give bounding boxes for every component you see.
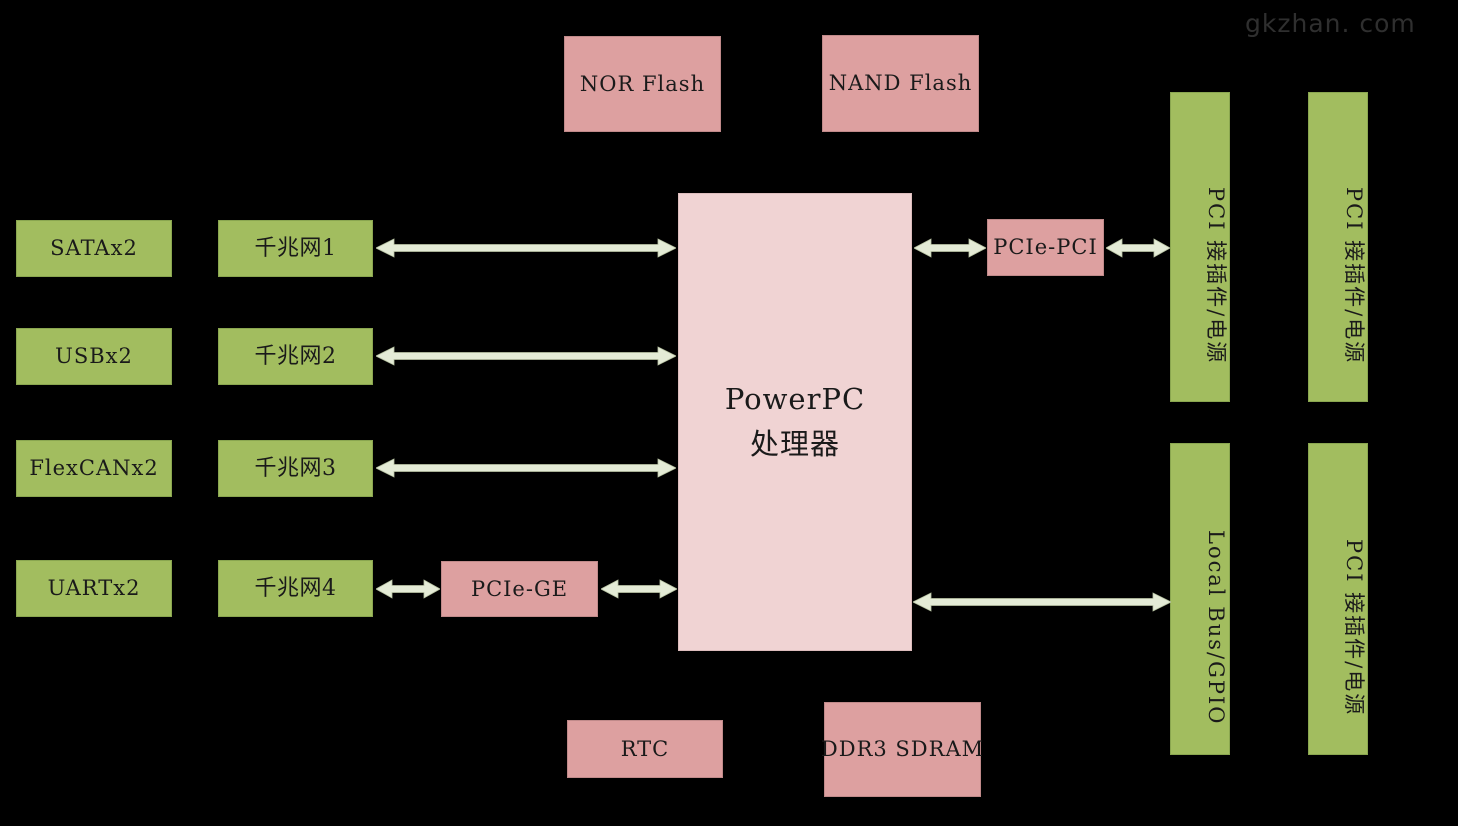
block-powerpc-processor: PowerPC 处理器 <box>678 193 912 651</box>
block-ethernet-1-label: 千兆网1 <box>254 235 337 261</box>
block-usb: USBx2 <box>16 328 172 385</box>
block-pcie-pci-label: PCIe-PCI <box>993 235 1098 260</box>
processor-label-line1: PowerPC <box>724 382 866 417</box>
block-pcie-ge: PCIe-GE <box>441 561 598 617</box>
block-uart-label: UARTx2 <box>47 576 141 601</box>
arrow-ethernet2-to-processor <box>376 343 676 369</box>
block-pci-connector-2-label: PCI 接插件/电源 <box>1342 187 1366 365</box>
block-ethernet-3-label: 千兆网3 <box>254 455 337 481</box>
block-diagram-canvas: gkzhan. com NOR Flash NAND Flash SATAx2 … <box>0 0 1458 826</box>
arrow-pcie-pci-to-pci-connector <box>1106 235 1170 261</box>
block-pcie-ge-label: PCIe-GE <box>470 576 569 601</box>
block-ethernet-3: 千兆网3 <box>218 440 373 497</box>
block-pci-connector-1-label: PCI 接插件/电源 <box>1204 187 1228 365</box>
watermark-gkzhan: gkzhan. com <box>1245 9 1416 38</box>
block-ethernet-2-label: 千兆网2 <box>254 343 337 369</box>
block-ethernet-4-label: 千兆网4 <box>254 575 337 601</box>
block-flexcan: FlexCANx2 <box>16 440 172 497</box>
arrow-pcie-ge-to-processor <box>601 576 677 602</box>
arrow-ethernet1-to-processor <box>376 235 676 261</box>
block-pci-connector-1: PCI 接插件/电源 <box>1170 92 1230 402</box>
block-ddr3-sdram: DDR3 SDRAM <box>820 702 985 797</box>
block-ethernet-4: 千兆网4 <box>218 560 373 617</box>
block-nor-flash: NOR Flash <box>564 36 721 132</box>
arrow-ethernet4-to-pcie-ge <box>376 576 440 602</box>
arrow-processor-to-local-bus <box>913 589 1171 615</box>
block-pcie-pci: PCIe-PCI <box>987 219 1104 276</box>
block-uart: UARTx2 <box>16 560 172 617</box>
block-flexcan-label: FlexCANx2 <box>29 456 159 481</box>
block-pci-connector-3-label: PCI 接插件/电源 <box>1342 539 1366 717</box>
block-pci-connector-3: PCI 接插件/电源 <box>1308 443 1368 755</box>
block-rtc: RTC <box>567 720 723 778</box>
processor-label-line2: 处理器 <box>749 427 840 461</box>
block-local-bus-gpio-label: Local Bus/GPIO <box>1204 530 1228 726</box>
block-nand-flash-label: NAND Flash <box>828 71 973 96</box>
block-ethernet-2: 千兆网2 <box>218 328 373 385</box>
block-nand-flash: NAND Flash <box>822 35 979 132</box>
block-local-bus-gpio: Local Bus/GPIO <box>1170 443 1230 755</box>
block-ethernet-1: 千兆网1 <box>218 220 373 277</box>
arrow-processor-to-pcie-pci <box>914 235 986 261</box>
arrow-ethernet3-to-processor <box>376 455 676 481</box>
block-usb-label: USBx2 <box>55 344 133 369</box>
block-pci-connector-2: PCI 接插件/电源 <box>1308 92 1368 402</box>
block-sata-label: SATAx2 <box>50 236 138 261</box>
block-ddr3-sdram-label: DDR3 SDRAM <box>820 737 985 762</box>
block-nor-flash-label: NOR Flash <box>579 71 706 96</box>
block-rtc-label: RTC <box>620 736 670 761</box>
block-sata: SATAx2 <box>16 220 172 277</box>
